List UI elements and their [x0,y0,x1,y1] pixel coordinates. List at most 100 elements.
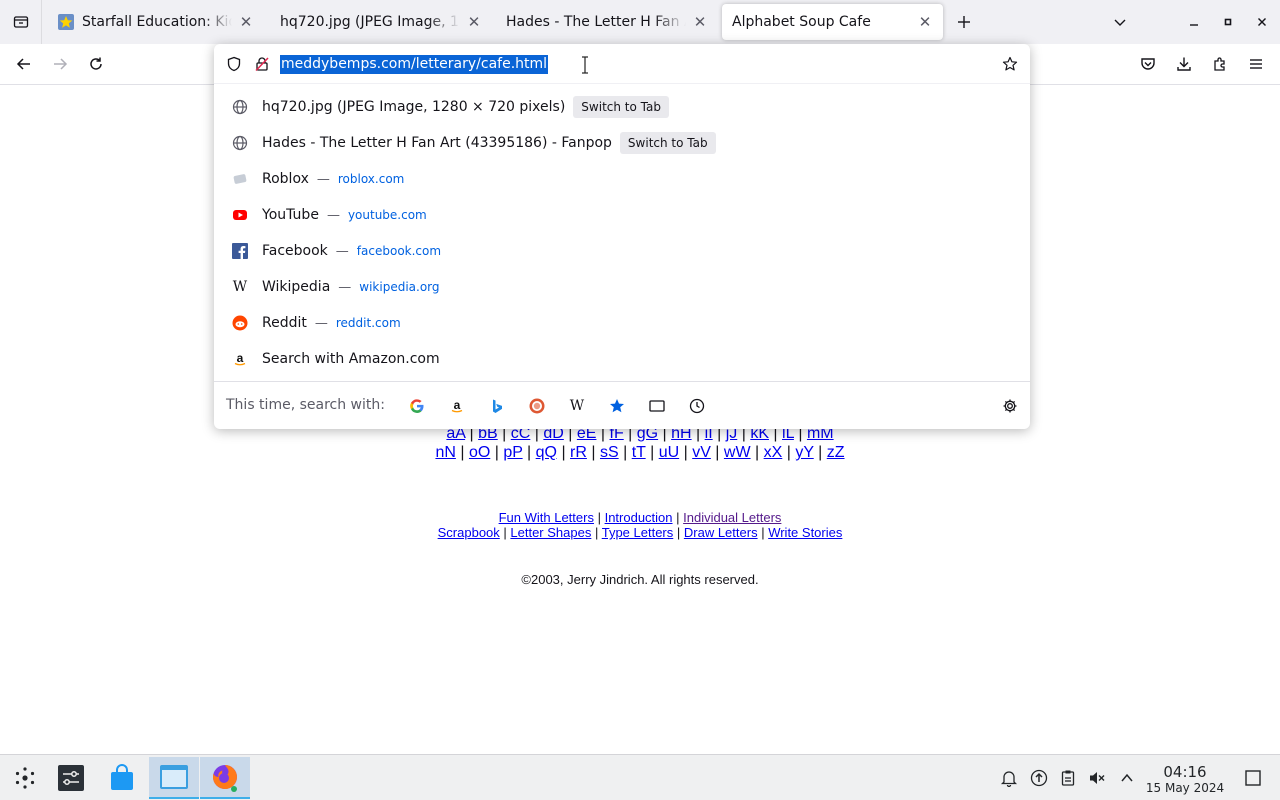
result-youtube[interactable]: YouTube — youtube.com [220,197,1024,233]
nav-link[interactable]: Write Stories [768,525,842,540]
tracking-protection-shield-icon[interactable] [226,56,242,72]
firefox-view-button[interactable] [0,0,42,44]
reddit-icon [232,315,248,331]
result-reddit[interactable]: Reddit — reddit.com [220,305,1024,341]
letter-link[interactable]: uU [659,444,679,461]
extensions-button[interactable] [1208,52,1232,76]
application-launcher-button[interactable] [0,757,50,799]
link-separator: | [455,444,469,461]
links-row-2: Scrapbook | Letter Shapes | Type Letters… [0,525,1280,540]
minimize-button[interactable] [1182,10,1206,34]
update-notifier-icon[interactable] [1029,768,1049,788]
result-url: facebook.com [356,244,442,258]
wikipedia-icon[interactable]: W [567,396,587,416]
result-separator: — [326,207,340,223]
result-facebook[interactable]: Facebook — facebook.com [220,233,1024,269]
close-tab-icon[interactable]: ✕ [917,13,933,31]
letter-link[interactable]: zZ [827,444,845,461]
clipboard-icon[interactable] [1058,768,1078,788]
result-wikipedia[interactable]: W Wikipedia — wikipedia.org [220,269,1024,305]
letter-link[interactable]: pP [503,444,522,461]
letter-link[interactable]: wW [724,444,751,461]
bing-icon[interactable] [487,396,507,416]
letter-link[interactable]: rR [570,444,587,461]
nav-link[interactable]: Scrapbook [438,525,500,540]
link-separator: | [673,525,684,540]
nav-link[interactable]: Draw Letters [684,525,758,540]
close-tab-icon[interactable]: ✕ [466,13,482,31]
downloads-button[interactable] [1172,52,1196,76]
bookmarks-icon[interactable] [607,396,627,416]
discover-task[interactable] [97,757,147,799]
tab-starfall[interactable]: Starfall Education: Kids Games, Movies, … [48,4,264,40]
pocket-button[interactable] [1136,52,1160,76]
firefox-task[interactable] [200,757,250,799]
bookmark-star-button[interactable] [1002,56,1018,72]
clock-date[interactable]: 15 May 2024 [1140,781,1230,795]
forward-button[interactable] [48,52,72,76]
tab-alphabet-soup[interactable]: Alphabet Soup Cafe ✕ [722,4,943,40]
close-tab-icon[interactable]: ✕ [692,13,708,31]
switch-to-tab-button[interactable]: Switch to Tab [573,96,669,118]
clock-time[interactable]: 04:16 [1150,763,1220,781]
back-button[interactable] [12,52,36,76]
url-input[interactable]: meddybemps.com/letterary/cafe.html [280,55,549,74]
file-manager-task[interactable] [149,757,199,799]
tab-hq720[interactable]: hq720.jpg (JPEG Image, 1280 × 720 pixels… [270,4,492,40]
amazon-icon[interactable]: a [447,396,467,416]
chevron-up-icon[interactable] [1117,768,1137,788]
link-separator: | [593,510,605,525]
maximize-icon [1224,18,1232,26]
list-all-tabs-button[interactable] [1108,10,1132,34]
new-tab-button[interactable] [952,10,976,34]
result-switch-tab-hq720[interactable]: hq720.jpg (JPEG Image, 1280 × 720 pixels… [220,89,1024,125]
svg-text:a: a [454,398,461,412]
link-separator: | [591,525,602,540]
notifications-bell-icon[interactable] [999,768,1019,788]
tab-hades[interactable]: Hades - The Letter H Fan Art (43395186) … [496,4,718,40]
result-search-amazon[interactable]: a Search with Amazon.com [220,341,1024,377]
firefox-view-icon [13,16,28,28]
nav-link[interactable]: Letter Shapes [510,525,591,540]
letter-link[interactable]: oO [469,444,490,461]
result-switch-tab-hades[interactable]: Hades - The Letter H Fan Art (43395186) … [220,125,1024,161]
letter-link[interactable]: qQ [536,444,557,461]
system-settings-task[interactable] [46,757,96,799]
reload-button[interactable] [84,52,108,76]
url-input-row: meddybemps.com/letterary/cafe.html [214,44,1030,84]
close-icon [1258,18,1266,26]
result-roblox[interactable]: Roblox — roblox.com [220,161,1024,197]
switch-to-tab-button[interactable]: Switch to Tab [619,132,716,154]
show-desktop-icon[interactable] [1243,768,1263,788]
duckduckgo-icon[interactable] [527,396,547,416]
facebook-icon [232,243,248,259]
letter-link[interactable]: tT [632,444,646,461]
search-settings-gear-icon[interactable] [1000,396,1020,416]
nav-link[interactable]: Individual Letters [683,510,781,525]
svg-text:a: a [237,351,244,365]
result-title: YouTube [262,207,319,223]
letter-link[interactable]: sS [600,444,619,461]
nav-link[interactable]: Type Letters [602,525,674,540]
arrow-right-icon [54,58,68,70]
chevron-down-icon [1114,19,1126,26]
history-icon[interactable] [687,396,707,416]
maximize-button[interactable] [1216,10,1240,34]
google-icon[interactable] [407,396,427,416]
link-separator: | [710,444,724,461]
close-tab-icon[interactable]: ✕ [238,13,254,31]
close-window-button[interactable] [1250,10,1274,34]
letter-link[interactable]: yY [795,444,813,461]
nav-link[interactable]: Introduction [605,510,673,525]
link-separator: | [586,444,600,461]
result-title: Roblox [262,171,309,187]
letter-link[interactable]: vV [692,444,711,461]
insecure-lock-icon[interactable] [254,56,270,72]
tabs-icon[interactable] [647,396,667,416]
letter-link[interactable]: nN [435,444,455,461]
nav-link[interactable]: Fun With Letters [499,510,594,525]
menu-button[interactable] [1244,52,1268,76]
volume-muted-icon[interactable] [1087,768,1107,788]
reload-icon [90,57,102,70]
letter-link[interactable]: xX [764,444,783,461]
